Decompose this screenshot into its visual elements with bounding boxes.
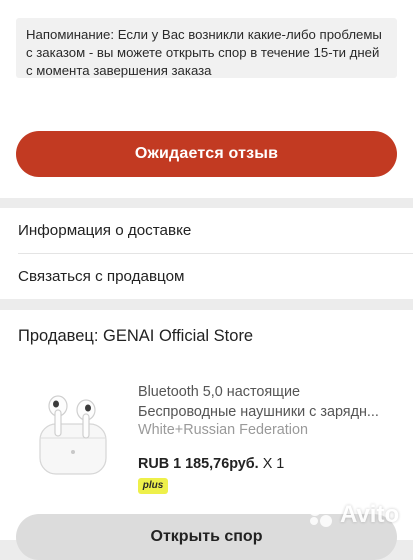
- contact-seller-link[interactable]: Связаться с продавцом: [0, 254, 413, 299]
- contact-seller-label: Связаться с продавцом: [18, 268, 185, 285]
- product-price: RUB 1 185,76руб.: [138, 456, 259, 472]
- product-title[interactable]: Bluetooth 5,0 настоящие Беспроводные нау…: [138, 382, 400, 422]
- dispute-notice-text: Напоминание: Если у Вас возникли какие-л…: [26, 27, 382, 78]
- seller-name[interactable]: Продавец: GENAI Official Store: [18, 327, 253, 346]
- product-image[interactable]: [22, 380, 124, 482]
- product-title-line-1: Bluetooth 5,0 настоящие: [138, 384, 301, 400]
- avito-watermark: Avito: [306, 500, 399, 530]
- dispute-notice: Напоминание: Если у Вас возникли какие-л…: [16, 18, 397, 78]
- order-status-card: Напоминание: Если у Вас возникли какие-л…: [0, 0, 413, 198]
- avito-logo-icon: [309, 504, 332, 527]
- delivery-info-label: Информация о доставке: [18, 222, 192, 239]
- product-title-line-2: Беспроводные наушники с зарядн...: [138, 404, 379, 420]
- delivery-info-link[interactable]: Информация о доставке: [0, 208, 413, 253]
- product-quantity: X 1: [262, 456, 285, 472]
- product-price-row: RUB 1 185,76руб. X 1: [138, 456, 284, 472]
- awaiting-review-button[interactable]: Ожидается отзыв: [16, 131, 397, 177]
- plus-badge: plus: [138, 478, 168, 494]
- avito-watermark-text: Avito: [340, 501, 400, 528]
- earbuds-icon: [39, 395, 107, 475]
- order-links-card: Информация о доставке Связаться с продав…: [0, 208, 413, 299]
- product-variant: White+Russian Federation: [138, 422, 308, 438]
